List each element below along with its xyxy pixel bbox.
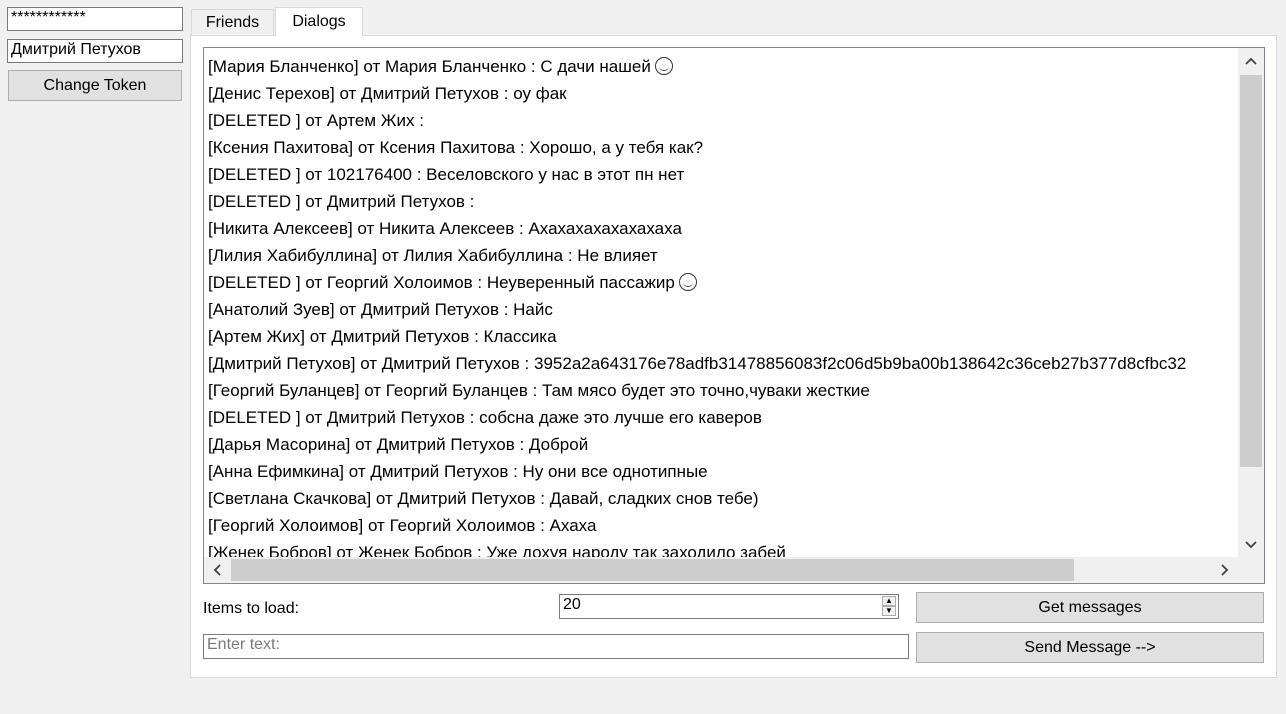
message-input-placeholder: Enter text: [207, 636, 280, 653]
message-input[interactable]: Enter text: [203, 634, 909, 659]
list-item-text: [Анатолий Зуев] от Дмитрий Петухов : Най… [208, 300, 553, 319]
spin-down-icon[interactable]: ▼ [882, 606, 896, 616]
emoji-face-icon [654, 57, 673, 75]
list-item-text: [Мария Бланченко] от Мария Бланченко : С… [208, 57, 651, 76]
list-item-text: [Никита Алексеев] от Никита Алексеев : А… [208, 219, 682, 238]
chevron-up-icon[interactable] [1238, 48, 1264, 74]
list-item[interactable]: [DELETED ] от Дмитрий Петухов : [208, 188, 1236, 215]
list-item[interactable]: [Георгий Холоимов] от Георгий Холоимов :… [208, 512, 1236, 539]
chevron-left-icon[interactable] [204, 557, 230, 583]
list-item-text: [Ксения Пахитова] от Ксения Пахитова : Х… [208, 138, 704, 157]
scroll-corner [1238, 557, 1264, 583]
token-input[interactable]: ************ [7, 7, 183, 31]
chevron-right-icon[interactable] [1212, 557, 1238, 583]
list-item[interactable]: [Светлана Скачкова] от Дмитрий Петухов :… [208, 485, 1236, 512]
vertical-scroll-thumb[interactable] [1240, 75, 1262, 467]
list-item[interactable]: [Дмитрий Петухов] от Дмитрий Петухов : 3… [208, 350, 1236, 377]
items-to-load-value: 20 [563, 596, 581, 613]
items-to-load-label: Items to load: [203, 600, 300, 617]
tab-dialogs[interactable]: Dialogs [275, 7, 363, 36]
list-item[interactable]: [Лилия Хабибуллина] от Лилия Хабибуллина… [208, 242, 1236, 269]
list-item[interactable]: [Никита Алексеев] от Никита Алексеев : А… [208, 215, 1236, 242]
horizontal-scroll-thumb[interactable] [231, 559, 1074, 581]
tab-friends[interactable]: Friends [191, 9, 274, 35]
dialogs-panel: [Мария Бланченко] от Мария Бланченко : С… [190, 35, 1277, 678]
list-item-text: [Лилия Хабибуллина] от Лилия Хабибуллина… [208, 246, 658, 265]
list-item-text: [Георгий Холоимов] от Георгий Холоимов :… [208, 516, 597, 535]
list-item-text: [Дарья Масорина] от Дмитрий Петухов : До… [208, 435, 589, 454]
list-item[interactable]: [Анна Ефимкина] от Дмитрий Петухов : Ну … [208, 458, 1236, 485]
list-item-text: [DELETED ] от Артем Жих : [208, 111, 424, 130]
chevron-down-icon[interactable] [1238, 532, 1264, 558]
list-item[interactable]: [Артем Жих] от Дмитрий Петухов : Классик… [208, 323, 1236, 350]
list-item-text: [Светлана Скачкова] от Дмитрий Петухов :… [208, 489, 759, 508]
list-item-text: [DELETED ] от Георгий Холоимов : Неувере… [208, 273, 675, 292]
user-name-field[interactable]: Дмитрий Петухов [7, 39, 183, 63]
list-item-text: [DELETED ] от Дмитрий Петухов : [208, 192, 475, 211]
list-item-text: [Артем Жих] от Дмитрий Петухов : Классик… [208, 327, 557, 346]
list-item[interactable]: [Дарья Масорина] от Дмитрий Петухов : До… [208, 431, 1236, 458]
send-message-button[interactable]: Send Message --> [916, 632, 1264, 663]
dialogs-list[interactable]: [Мария Бланченко] от Мария Бланченко : С… [203, 47, 1265, 584]
list-item[interactable]: [Георгий Буланцев] от Георгий Буланцев :… [208, 377, 1236, 404]
get-messages-button[interactable]: Get messages [916, 592, 1264, 623]
list-item-text: [DELETED ] от Дмитрий Петухов : собсна д… [208, 408, 762, 427]
emoji-face-icon [678, 273, 697, 291]
list-item-text: [Дмитрий Петухов] от Дмитрий Петухов : 3… [208, 354, 1187, 373]
list-item[interactable]: [DELETED ] от Дмитрий Петухов : собсна д… [208, 404, 1236, 431]
list-item[interactable]: [Женек Бобров] от Женек Бобров : Уже дох… [208, 539, 1236, 557]
change-token-button[interactable]: Change Token [8, 70, 182, 101]
list-item[interactable]: [Ксения Пахитова] от Ксения Пахитова : Х… [208, 134, 1236, 161]
list-item[interactable]: [DELETED ] от 102176400 : Веселовского у… [208, 161, 1236, 188]
list-item[interactable]: [DELETED ] от Артем Жих : [208, 107, 1236, 134]
list-item[interactable]: [Мария Бланченко] от Мария Бланченко : С… [208, 53, 1236, 80]
vertical-scrollbar[interactable] [1238, 48, 1264, 558]
dialogs-rows: [Мария Бланченко] от Мария Бланченко : С… [208, 53, 1236, 557]
list-item-text: [Анна Ефимкина] от Дмитрий Петухов : Ну … [208, 462, 708, 481]
list-item-text: [Денис Терехов] от Дмитрий Петухов : оу … [208, 84, 567, 103]
list-item-text: [DELETED ] от 102176400 : Веселовского у… [208, 165, 685, 184]
list-item-text: [Женек Бобров] от Женек Бобров : Уже дох… [208, 543, 786, 557]
list-item-text: [Георгий Буланцев] от Георгий Буланцев :… [208, 381, 870, 400]
items-to-load-spinbox[interactable]: 20 ▲ ▼ [559, 594, 899, 619]
list-item[interactable]: [Денис Терехов] от Дмитрий Петухов : оу … [208, 80, 1236, 107]
list-item[interactable]: [DELETED ] от Георгий Холоимов : Неувере… [208, 269, 1236, 296]
list-item[interactable]: [Анатолий Зуев] от Дмитрий Петухов : Най… [208, 296, 1236, 323]
horizontal-scrollbar[interactable] [204, 557, 1238, 583]
